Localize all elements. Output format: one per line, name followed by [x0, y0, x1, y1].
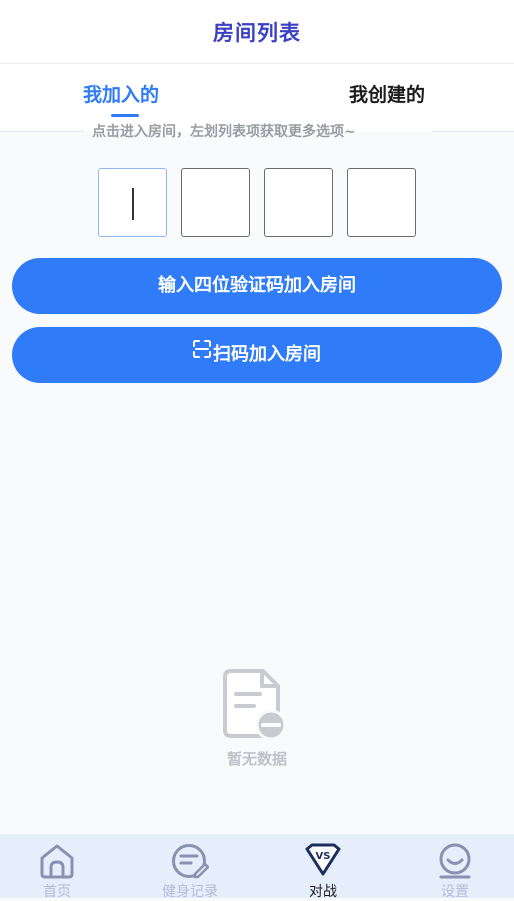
page-title: 房间列表 — [213, 21, 301, 45]
tabbar-item-fitness-record[interactable]: 健身记录 — [140, 834, 240, 900]
settings-face-icon — [439, 843, 471, 879]
hint-divider-right — [432, 131, 514, 132]
text-caret — [132, 188, 134, 220]
active-tab-indicator — [111, 114, 139, 117]
tabbar-label-battle: 对战 — [309, 884, 337, 900]
tabbar-label-settings: 设置 — [441, 884, 469, 900]
empty-state: 暂无数据 — [0, 668, 514, 769]
join-by-code-button[interactable]: 输入四位验证码加入房间 — [12, 258, 502, 314]
tabbar-label-home: 首页 — [43, 884, 71, 900]
fitness-record-icon — [172, 844, 209, 879]
join-by-code-label: 输入四位验证码加入房间 — [158, 275, 356, 296]
bottom-tabbar: 首页 健身记录 VS 对战 设置 — [0, 834, 514, 900]
hint-text: 点击进入房间，左划列表项获取更多选项~ — [92, 124, 356, 140]
hint-divider-left — [0, 131, 84, 132]
tabbar-label-fitness-record: 健身记录 — [162, 884, 218, 900]
hint-row: 点击进入房间，左划列表项获取更多选项~ — [0, 118, 514, 146]
tabbar-item-battle[interactable]: VS 对战 — [273, 834, 373, 900]
scan-icon — [193, 325, 211, 381]
code-digit-1[interactable] — [98, 168, 167, 237]
code-digit-4[interactable] — [347, 168, 416, 237]
vs-icon: VS — [305, 843, 341, 876]
tabbar-item-home[interactable]: 首页 — [7, 834, 107, 900]
tabbar-item-settings[interactable]: 设置 — [405, 834, 505, 900]
home-icon — [40, 844, 74, 879]
tab-created[interactable]: 我创建的 — [349, 80, 425, 107]
scan-join-button[interactable]: 扫码加入房间 — [12, 327, 502, 383]
scan-join-label: 扫码加入房间 — [213, 344, 321, 365]
code-digit-3[interactable] — [264, 168, 333, 237]
code-digit-2[interactable] — [181, 168, 250, 237]
empty-state-text: 暂无数据 — [226, 750, 287, 768]
app-header: 房间列表 — [0, 0, 514, 64]
svg-text:VS: VS — [316, 851, 331, 862]
document-remove-icon — [0, 668, 514, 740]
verification-code-input — [98, 168, 418, 240]
tab-joined[interactable]: 我加入的 — [83, 80, 159, 107]
